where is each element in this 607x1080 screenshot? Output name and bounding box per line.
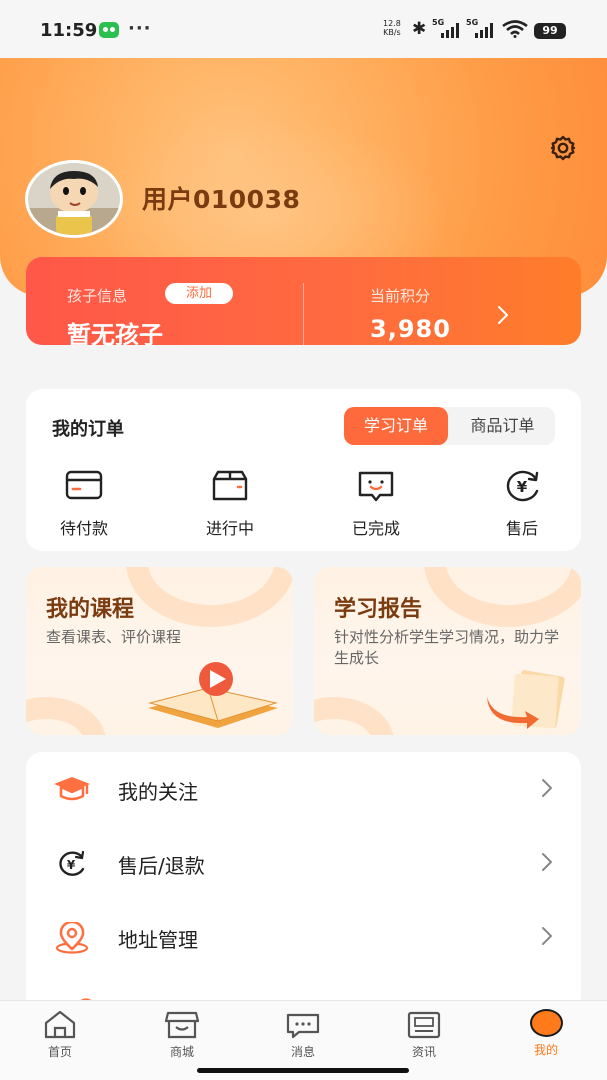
order-pending-payment[interactable]: 待付款	[44, 469, 124, 539]
decor-ring	[314, 697, 394, 735]
smile-chat-icon	[358, 471, 394, 502]
order-in-progress[interactable]: 进行中	[190, 469, 270, 539]
tab-study-orders[interactable]: 学习订单	[344, 407, 448, 445]
menu-item-address[interactable]: 地址管理	[26, 900, 581, 974]
study-report-card[interactable]: 学习报告 针对性分析学生学习情况，助力学生成长	[314, 567, 581, 735]
message-icon	[286, 1013, 320, 1039]
graduation-cap-icon	[54, 777, 90, 801]
order-item-label: 已完成	[351, 519, 400, 538]
tab-product-orders[interactable]: 商品订单	[450, 407, 555, 445]
battery-icon: 99	[534, 23, 566, 39]
order-item-label: 待付款	[59, 519, 108, 538]
profile-dot-icon	[529, 1009, 563, 1037]
signal-icon	[441, 22, 459, 38]
study-report-desc: 针对性分析学生学习情况，助力学生成长	[334, 628, 560, 667]
location-pin-icon	[55, 922, 89, 954]
tab-home[interactable]: 首页	[20, 1009, 100, 1060]
svg-text:¥: ¥	[67, 858, 76, 872]
my-courses-title: 我的课程	[46, 597, 135, 622]
points-label: 当前积分	[370, 287, 431, 305]
network-speed-value: 12.8	[383, 19, 401, 28]
points-chevron-right-icon[interactable]	[496, 304, 510, 326]
wallet-icon	[65, 470, 103, 500]
tab-label: 首页	[47, 1045, 72, 1059]
network-speed-unit: KB/s	[383, 28, 401, 37]
child-points-card: 孩子信息 添加 暂无孩子 当前积分 3,980	[26, 257, 581, 349]
tab-label: 我的	[533, 1043, 558, 1057]
menu-item-refund[interactable]: ¥ 售后/退款	[26, 826, 581, 900]
yen-icon: ¥	[59, 850, 85, 876]
chevron-right-icon	[542, 853, 552, 871]
avatar[interactable]	[25, 160, 123, 238]
wechat-notification-icon	[99, 22, 119, 38]
menu-item-label: 地址管理	[118, 928, 198, 952]
menu-item-following[interactable]: 我的关注	[26, 752, 581, 826]
decor-ring	[424, 567, 581, 627]
menu-item-label: 售后/退款	[118, 854, 205, 878]
tab-store[interactable]: 商城	[142, 1009, 222, 1060]
report-arrow-icon	[487, 670, 565, 729]
avatar-cartoon-icon	[28, 163, 120, 235]
news-icon	[407, 1011, 441, 1039]
my-courses-desc: 查看课表、评价课程	[46, 628, 182, 646]
menu-list: 我的关注 ¥ 售后/退款 地址管理	[26, 752, 581, 1012]
chevron-right-icon	[542, 927, 552, 945]
svg-text:¥: ¥	[517, 478, 528, 496]
child-info-label: 孩子信息	[67, 287, 128, 305]
wifi-icon	[502, 20, 528, 38]
bluetooth-icon: ✱	[412, 19, 427, 39]
menu-item-label: 我的关注	[118, 780, 198, 804]
home-icon	[44, 1010, 76, 1039]
order-item-label: 售后	[505, 519, 538, 538]
tab-label: 商城	[169, 1045, 194, 1059]
add-child-button[interactable]: 添加	[165, 283, 233, 304]
order-item-label: 进行中	[205, 519, 254, 538]
settings-gear-icon[interactable]	[549, 134, 577, 162]
home-indicator[interactable]	[197, 1068, 409, 1073]
card-divider	[303, 283, 304, 345]
tab-label: 消息	[290, 1045, 315, 1059]
status-bar: 11:59 ··· 12.8 KB/s ✱ 5G 5G 99	[0, 0, 607, 58]
book-play-icon	[148, 662, 278, 728]
tab-label: 资讯	[411, 1045, 436, 1059]
more-notifications-icon: ···	[128, 18, 152, 39]
store-icon	[164, 1011, 200, 1039]
tab-news[interactable]: 资讯	[384, 1009, 464, 1060]
tab-messages[interactable]: 消息	[263, 1009, 343, 1060]
username: 用户010038	[142, 185, 301, 214]
orders-title: 我的订单	[52, 419, 124, 440]
yen-refresh-icon: ¥	[506, 470, 539, 502]
chevron-right-icon	[542, 779, 552, 797]
signal-icon-2	[475, 22, 493, 38]
package-icon	[212, 470, 248, 501]
decor-ring	[126, 567, 293, 627]
network-speed: 12.8 KB/s	[383, 19, 401, 37]
order-after-sales[interactable]: ¥ 售后	[482, 469, 562, 539]
my-courses-card[interactable]: 我的课程 查看课表、评价课程	[26, 567, 293, 735]
decor-ring	[26, 697, 106, 735]
status-time: 11:59	[40, 20, 98, 41]
child-info-value: 暂无孩子	[67, 321, 163, 349]
order-type-tabs: 学习订单 商品订单	[344, 407, 555, 445]
orders-card: 我的订单 学习订单 商品订单 待付款 进行中 已完成 ¥ 售后	[26, 389, 581, 551]
points-value[interactable]: 3,980	[370, 315, 451, 343]
tab-mine[interactable]: 我的	[506, 1009, 586, 1058]
order-completed[interactable]: 已完成	[336, 469, 416, 539]
study-report-title: 学习报告	[334, 597, 423, 622]
